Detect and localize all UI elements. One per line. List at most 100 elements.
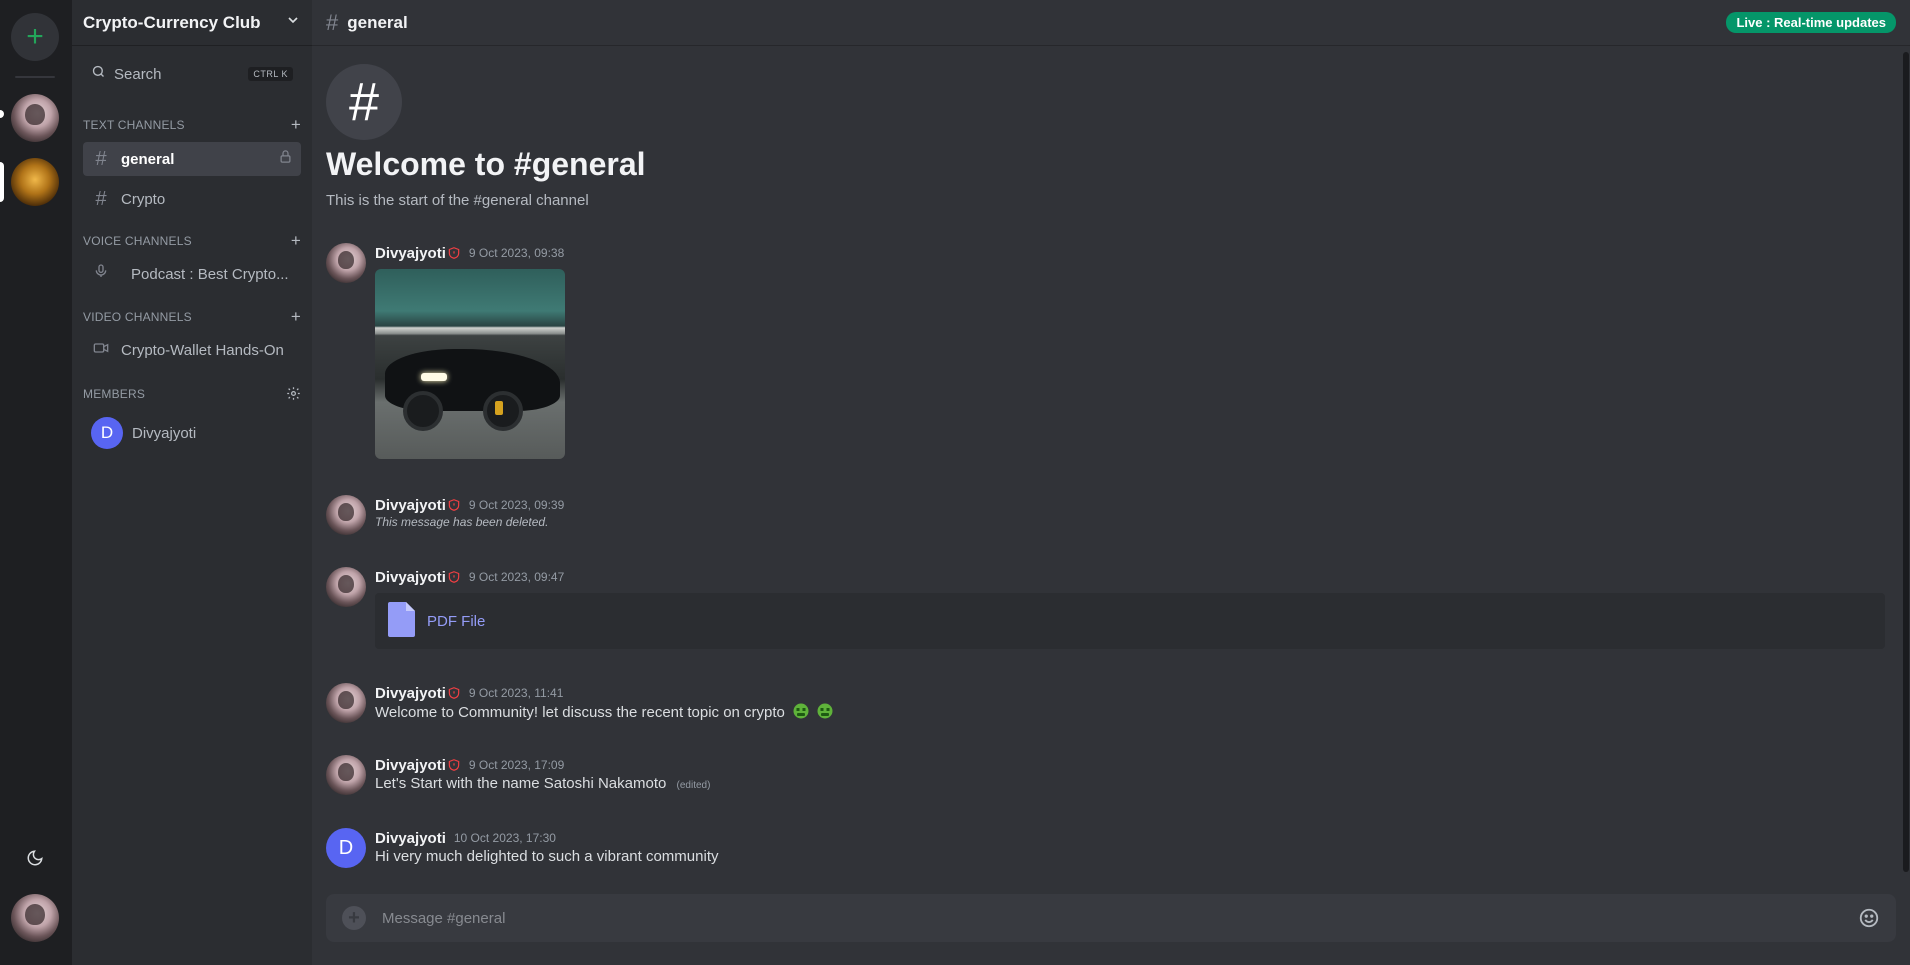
server-header-dropdown[interactable]: Crypto-Currency Club (72, 0, 312, 46)
server-icon-profile[interactable] (11, 94, 59, 142)
plus-icon: + (26, 20, 44, 53)
live-status-badge: Live : Real-time updates (1726, 12, 1896, 33)
message-content: Let's Start with the name Satoshi Nakamo… (375, 775, 710, 792)
hash-icon: # (326, 64, 402, 140)
section-label-members: MEMBERS (83, 386, 146, 401)
channel-title: general (347, 12, 408, 32)
author-name[interactable]: Divyajyoti (375, 685, 446, 702)
moderator-shield-icon (447, 570, 461, 584)
attach-plus-button[interactable]: + (342, 906, 366, 930)
message-text: Let's Start with the name Satoshi Nakamo… (375, 775, 667, 792)
message-timestamp: 9 Oct 2023, 17:09 (468, 758, 565, 772)
author-avatar[interactable] (326, 567, 366, 607)
message-text: Welcome to Community! let discuss the re… (375, 704, 785, 721)
user-avatar-image (11, 894, 59, 942)
pdf-file-link[interactable]: PDF File (427, 613, 485, 630)
message-timestamp: 9 Oct 2023, 09:39 (468, 498, 565, 512)
message-header: Divyajyoti 9 Oct 2023, 09:38 (375, 243, 564, 263)
section-label-video-channels: VIDEO CHANNELS (83, 309, 192, 324)
welcome-title: Welcome to #general (326, 146, 646, 182)
author-name[interactable]: Divyajyoti (375, 569, 446, 586)
file-document-icon (387, 600, 417, 643)
messages-scrollbar[interactable] (1902, 46, 1910, 880)
image-attachment[interactable] (375, 269, 565, 459)
search-shortcut: CTRL K (248, 67, 293, 81)
gear-icon[interactable] (286, 386, 301, 401)
author-name[interactable]: Divyajyoti (375, 245, 446, 262)
channel-label: Podcast : Best Crypto... (131, 265, 289, 283)
lock-icon (278, 149, 293, 169)
create-text-channel-plus-icon[interactable]: + (291, 116, 301, 133)
message-timestamp: 9 Oct 2023, 11:41 (468, 686, 564, 700)
channel-topbar: # general Live : Real-time updates (312, 0, 1910, 46)
author-avatar[interactable] (326, 683, 366, 723)
channel-sidebar: Crypto-Currency Club Search CTRL K TEXT … (72, 0, 312, 965)
search-icon (91, 64, 106, 84)
wheel-front (403, 391, 443, 431)
video-camera-icon (91, 339, 111, 362)
messages-scroll-area[interactable]: # Welcome to #general This is the start … (312, 46, 1902, 880)
avatar-image (326, 567, 366, 607)
message-timestamp: 10 Oct 2023, 17:30 (453, 831, 556, 845)
video-channels-header: VIDEO CHANNELS + (83, 308, 301, 325)
channel-podcast-voice[interactable]: Podcast : Best Crypto... (83, 257, 301, 291)
money-mouth-emoji-icon (817, 703, 833, 719)
channel-label: Crypto (121, 190, 166, 208)
hash-icon: # (95, 187, 107, 210)
avatar-image (326, 243, 366, 283)
server-icon-crypto-currency-club[interactable] (11, 158, 59, 206)
app: + Crypto-Currency Club Search CTRL K TEX… (0, 0, 1910, 965)
hash-icon: # (326, 9, 339, 35)
server-avatar-image (11, 94, 59, 142)
server-unread-indicator (0, 110, 4, 118)
member-name: Divyajyoti (132, 424, 197, 442)
bitcoin-coin-image (11, 158, 59, 206)
headlights (421, 373, 447, 381)
moderator-shield-icon (447, 686, 461, 700)
message-header: Divyajyoti 10 Oct 2023, 17:30 (375, 828, 556, 848)
message-header: Divyajyoti 9 Oct 2023, 11:41 (375, 683, 563, 703)
channel-general[interactable]: # general (83, 142, 301, 176)
moderator-shield-icon (447, 758, 461, 772)
deleted-message-text: This message has been deleted. (375, 515, 549, 529)
server-selected-indicator (0, 162, 4, 202)
moderator-shield-icon (447, 246, 461, 260)
author-avatar[interactable] (326, 755, 366, 795)
channel-label: general (121, 150, 175, 168)
message-input[interactable] (382, 909, 1858, 927)
search-button[interactable]: Search CTRL K (83, 59, 301, 89)
create-voice-channel-plus-icon[interactable]: + (291, 232, 301, 249)
author-name[interactable]: Divyajyoti (375, 830, 446, 847)
create-video-channel-plus-icon[interactable]: + (291, 308, 301, 325)
brake-caliper (495, 401, 503, 415)
author-name[interactable]: Divyajyoti (375, 497, 446, 514)
search-label: Search (114, 65, 162, 83)
author-name[interactable]: Divyajyoti (375, 757, 446, 774)
author-avatar[interactable] (326, 243, 366, 283)
channel-crypto-wallet-video[interactable]: Crypto-Wallet Hands-On (83, 333, 301, 367)
members-header: MEMBERS (83, 386, 301, 401)
message-timestamp: 9 Oct 2023, 09:38 (468, 246, 565, 260)
voice-channels-header: VOICE CHANNELS + (83, 232, 301, 249)
edited-label: (edited) (676, 780, 711, 791)
money-mouth-emoji-icon (793, 703, 809, 719)
section-label-text-channels: TEXT CHANNELS (83, 117, 185, 132)
avatar-image (326, 495, 366, 535)
user-profile-avatar[interactable] (11, 894, 59, 942)
hash-icon: # (95, 147, 107, 170)
emoji-picker-smiley-icon[interactable] (1858, 907, 1880, 929)
message-header: Divyajyoti 9 Oct 2023, 09:47 (375, 567, 564, 587)
author-avatar[interactable]: D (326, 828, 366, 868)
scrollbar-thumb[interactable] (1903, 52, 1909, 872)
text-channels-header: TEXT CHANNELS + (83, 116, 301, 133)
channel-crypto[interactable]: # Crypto (83, 182, 301, 216)
member-divyajyoti[interactable]: D Divyajyoti (83, 416, 301, 450)
channel-label: Crypto-Wallet Hands-On (121, 341, 284, 359)
author-avatar[interactable] (326, 495, 366, 535)
avatar-image (326, 755, 366, 795)
server-name: Crypto-Currency Club (83, 12, 261, 32)
message-header: Divyajyoti 9 Oct 2023, 09:39 (375, 495, 564, 515)
theme-toggle-moon-icon[interactable] (22, 845, 48, 871)
add-server-button[interactable]: + (11, 13, 59, 61)
server-rail: + (0, 0, 72, 965)
